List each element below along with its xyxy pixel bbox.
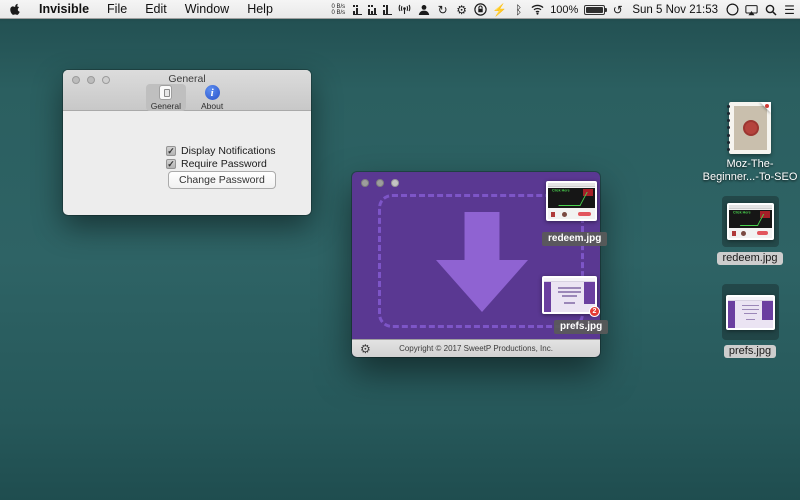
memory-graph-icon[interactable] (368, 4, 377, 15)
app-menu-invisible[interactable]: Invisible (30, 0, 98, 19)
tab-general[interactable]: General (146, 84, 186, 111)
menu-edit[interactable]: Edit (136, 0, 176, 19)
selection-highlight (722, 284, 779, 340)
siri-icon[interactable] (726, 3, 739, 16)
prefs-file-label: prefs.jpg (554, 320, 608, 334)
menu-bar-clock[interactable]: Sun 5 Nov 21:53 (630, 4, 720, 16)
tab-general-label: General (151, 101, 181, 111)
prefs-thumbnail[interactable]: 2 (542, 276, 597, 314)
notification-badge: 2 (589, 306, 600, 317)
bluetooth-icon[interactable]: ᛒ (512, 3, 525, 16)
copyright-text: Copyright © 2017 SweetP Productions, Inc… (352, 344, 600, 353)
moz-file-label: Moz-The- Beginner...-To-SEO (703, 158, 798, 184)
desktop-icon-moz-pdf[interactable]: Moz-The- Beginner...-To-SEO (700, 102, 800, 184)
menu-window[interactable]: Window (176, 0, 238, 19)
desktop: Invisible File Edit Window Help 0 B/s 0 … (0, 0, 800, 500)
info-icon: i (205, 85, 220, 100)
apple-menu[interactable] (0, 0, 30, 19)
prefs-thumbnail-art (544, 278, 595, 312)
disk-graph-icon[interactable] (383, 4, 392, 15)
selection-highlight: Click Here (722, 196, 779, 247)
prefs-titlebar[interactable]: General General i About (63, 70, 311, 111)
power-bolt-icon[interactable]: ⚡ (493, 3, 506, 16)
network-speed-readout[interactable]: 0 B/s 0 B/s (332, 4, 348, 16)
menu-bar: Invisible File Edit Window Help 0 B/s 0 … (0, 0, 800, 19)
prefs-content: ✓ Display Notifications ✓ Require Passwo… (63, 111, 311, 215)
require-password-label: Require Password (181, 158, 267, 170)
drop-window: Click Here redeem.jpg 2 prefs.jpg (352, 172, 600, 357)
spotlight-search-icon[interactable] (764, 3, 777, 16)
redeem-file-label: redeem.jpg (542, 232, 607, 246)
redeem-thumbnail[interactable]: Click Here (546, 181, 597, 221)
prefs-desktop-label: prefs.jpg (724, 345, 776, 358)
minimize-button[interactable] (376, 179, 384, 187)
redeem-desktop-thumbnail: Click Here (727, 203, 774, 240)
display-notifications-checkbox[interactable]: ✓ (166, 146, 176, 156)
time-machine-icon[interactable]: ↺ (611, 3, 624, 16)
invisible-lock-icon[interactable] (474, 3, 487, 16)
require-password-row: ✓ Require Password (166, 158, 267, 170)
wifi-icon[interactable] (531, 3, 544, 16)
gear-icon[interactable]: ⚙ (455, 3, 468, 16)
desktop-icon-prefs[interactable]: prefs.jpg (695, 284, 800, 358)
battery-percent-label: 100% (550, 4, 578, 16)
preferences-window: General General i About ✓ Display Notifi… (63, 70, 311, 215)
minimize-button[interactable] (87, 76, 95, 84)
change-password-button[interactable]: Change Password (168, 171, 276, 189)
net-down-label: 0 B/s (332, 10, 346, 16)
close-button[interactable] (72, 76, 80, 84)
battery-icon[interactable] (584, 5, 605, 15)
menu-file[interactable]: File (98, 0, 136, 19)
display-notifications-label: Display Notifications (181, 145, 276, 157)
prefs-toolbar: General i About (63, 84, 311, 111)
moz-document-icon (729, 102, 771, 154)
redeem-thumbnail-art: Click Here (548, 183, 595, 219)
notification-center-icon[interactable]: ☰ (783, 3, 796, 16)
menu-help[interactable]: Help (238, 0, 282, 19)
display-notifications-row: ✓ Display Notifications (166, 145, 276, 157)
require-password-checkbox[interactable]: ✓ (166, 159, 176, 169)
tab-about-label: About (201, 101, 223, 111)
close-button[interactable] (361, 179, 369, 187)
user-icon[interactable] (417, 3, 430, 16)
drop-window-footer: ⚙ Copyright © 2017 SweetP Productions, I… (352, 339, 600, 357)
moz-seal (743, 120, 759, 136)
zoom-button[interactable] (391, 179, 399, 187)
apple-logo-icon (9, 3, 21, 16)
radio-wave-icon[interactable] (398, 3, 411, 16)
prefs-desktop-thumbnail (726, 295, 775, 330)
desktop-icon-redeem[interactable]: Click Here redeem.jpg (695, 196, 800, 265)
tab-about[interactable]: i About (196, 84, 228, 111)
sync-icon[interactable]: ↻ (436, 3, 449, 16)
redeem-desktop-label: redeem.jpg (717, 252, 782, 265)
cpu-graph-icon[interactable] (353, 4, 362, 15)
zoom-button[interactable] (102, 76, 110, 84)
switch-icon (159, 85, 172, 100)
airplay-display-icon[interactable] (745, 3, 758, 16)
